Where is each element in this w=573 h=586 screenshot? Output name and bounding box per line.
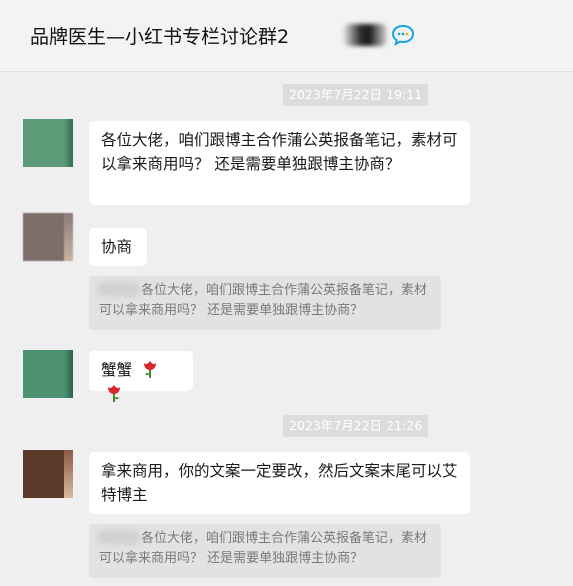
message-bubble[interactable]: 拿来商用，你的文案一定要改，然后文案末尾可以艾特博主 — [89, 452, 470, 514]
quote-text: 各位大佬，咱们跟博主合作蒲公英报备笔记，素材可以拿来商用吗？ 还是需要单独跟博主… — [99, 283, 428, 318]
avatar[interactable] — [23, 450, 73, 498]
message-bubble[interactable]: 蟹蟹 — [89, 351, 193, 402]
message-timestamp: 2023年7月22日 19:11 — [283, 84, 429, 106]
message-bubble[interactable]: 各位大佬，咱们跟博主合作蒲公英报备笔记，素材可以拿来商用吗？ 还是需要单独跟博主… — [89, 121, 470, 205]
avatar[interactable] — [23, 350, 73, 398]
blurred-name — [343, 24, 387, 46]
quote-text: 各位大佬，咱们跟博主合作蒲公英报备笔记，素材可以拿来商用吗？ 还是需要单独跟博主… — [99, 531, 428, 566]
quoted-message[interactable]: 各位大佬，咱们跟博主合作蒲公英报备笔记，素材可以拿来商用吗？ 还是需要单独跟博主… — [89, 276, 441, 330]
message-bubble[interactable]: 协商 — [89, 228, 147, 266]
quoted-message[interactable]: 各位大佬，咱们跟博主合作蒲公英报备笔记，素材可以拿来商用吗？ 还是需要单独跟博主… — [89, 524, 441, 578]
rose-icon — [108, 385, 120, 402]
chat-title[interactable]: 品牌医生—小红书专栏讨论群2 — [30, 22, 289, 49]
chat-bubble-icon[interactable] — [391, 24, 415, 46]
avatar[interactable] — [23, 213, 73, 261]
rose-icon — [143, 361, 156, 378]
message-text: 蟹蟹 — [101, 361, 133, 379]
blurred-sender — [99, 531, 139, 544]
blurred-sender — [99, 283, 139, 296]
chat-header: 品牌医生—小红书专栏讨论群2 — [0, 0, 573, 72]
avatar[interactable] — [23, 119, 73, 167]
message-timestamp: 2023年7月22日 21:26 — [283, 415, 429, 437]
